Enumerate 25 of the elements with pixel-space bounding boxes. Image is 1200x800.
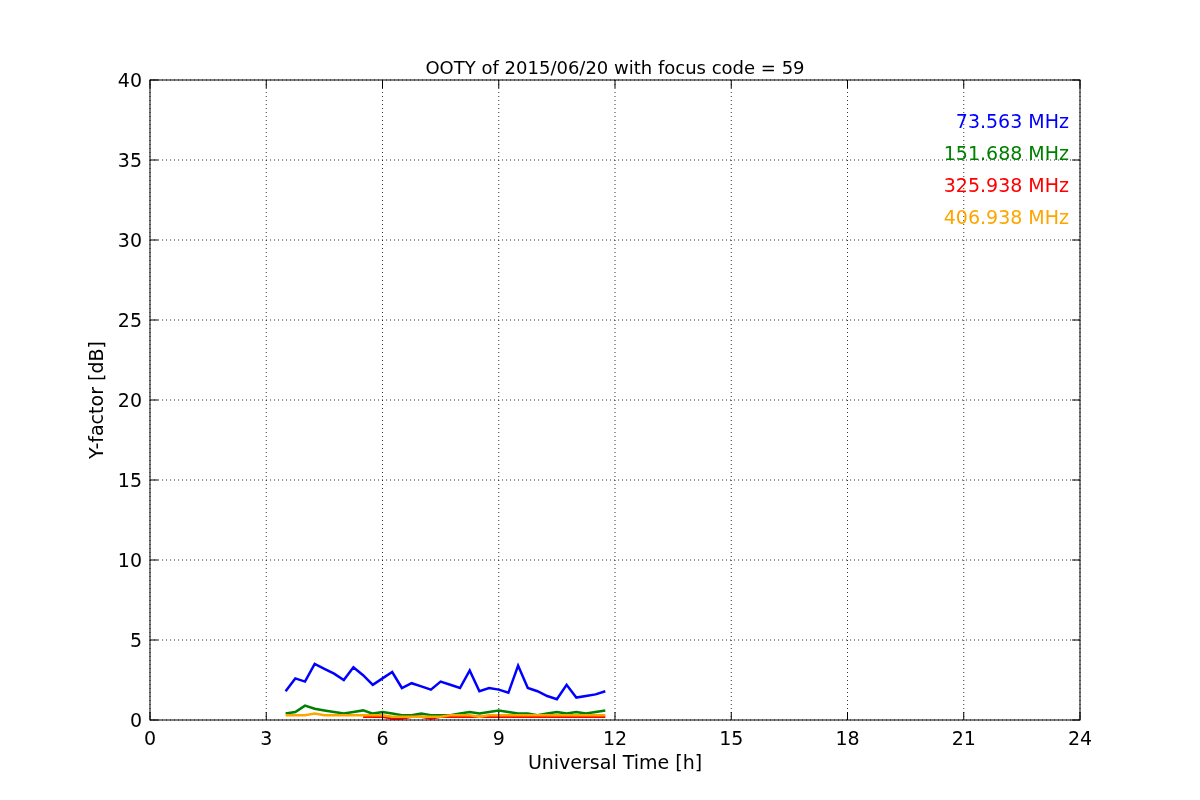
legend-label: 151.688 MHz: [943, 142, 1069, 164]
tick-label: 40: [117, 69, 142, 91]
chart-title: OOTY of 2015/06/20 with focus code = 59: [425, 57, 805, 78]
legend-label: 73.563 MHz: [955, 110, 1069, 132]
legend-label: 406.938 MHz: [943, 206, 1069, 228]
tick-label: 15: [117, 469, 142, 491]
tick-label: 9: [492, 727, 505, 749]
tick-label: 30: [117, 229, 142, 251]
tick-label: 10: [117, 549, 142, 571]
tick-label: 25: [117, 309, 142, 331]
tick-label: 20: [117, 389, 142, 411]
tick-label: 15: [719, 727, 744, 749]
x-axis-label: Universal Time [h]: [527, 751, 703, 773]
legend-label: 325.938 MHz: [943, 174, 1069, 196]
tick-label: 21: [951, 727, 976, 749]
tick-label: 0: [143, 727, 157, 749]
tick-label: 5: [129, 629, 142, 651]
tick-label: 12: [602, 727, 628, 749]
tick-label: 6: [376, 727, 389, 749]
y-axis-label: Y-factor [dB]: [85, 341, 107, 459]
tick-label: 3: [260, 727, 273, 749]
tick-label: 18: [835, 727, 860, 749]
tick-label: 24: [1067, 727, 1093, 749]
tick-label: 0: [129, 709, 142, 731]
tick-label: 35: [117, 149, 142, 171]
